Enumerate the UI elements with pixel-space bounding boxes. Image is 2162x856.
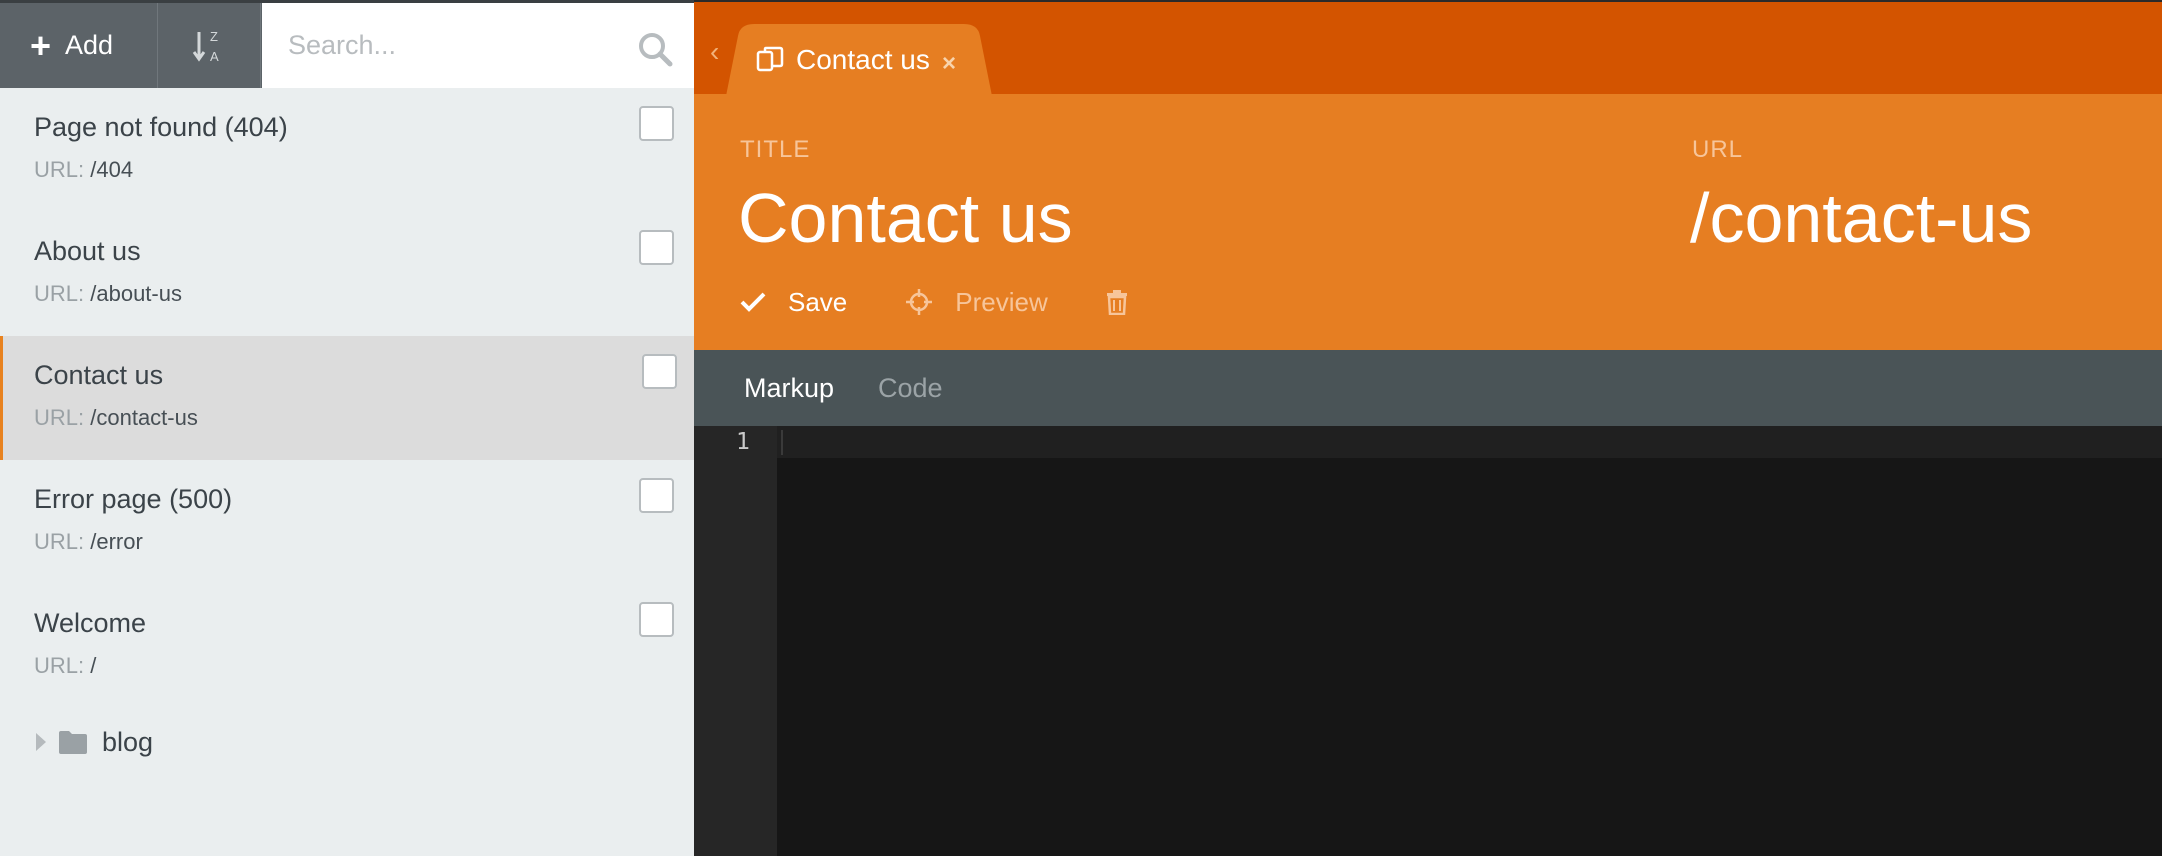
- active-line[interactable]: [777, 426, 2162, 458]
- search-icon[interactable]: [636, 30, 674, 68]
- pages-icon: [756, 46, 784, 72]
- save-button-label: Save: [788, 286, 848, 317]
- sort-za-icon: Z A: [192, 29, 219, 64]
- preview-button-label: Preview: [955, 286, 1048, 317]
- plus-icon: +: [30, 24, 52, 66]
- editor-panel: ‹ Contact us × TITLE Contact us URL /con…: [694, 0, 2162, 856]
- trash-icon: [1106, 290, 1127, 315]
- folder-icon: [59, 731, 87, 754]
- tab-bar: ‹ Contact us ×: [694, 0, 2162, 96]
- close-icon[interactable]: ×: [942, 50, 956, 78]
- crosshair-icon: [906, 289, 933, 315]
- page-url: URL: /error: [34, 529, 143, 554]
- title-field[interactable]: Contact us: [738, 178, 1073, 258]
- search-input[interactable]: [262, 3, 694, 88]
- sort-button[interactable]: Z A: [157, 3, 261, 88]
- title-label: TITLE: [740, 136, 811, 163]
- sidebar-toolbar: + Add Z A: [0, 0, 694, 88]
- item-checkbox[interactable]: [639, 602, 674, 637]
- add-button-label: Add: [65, 30, 114, 60]
- page-url: URL: /about-us: [34, 281, 182, 306]
- folder-item-blog[interactable]: blog: [0, 716, 694, 768]
- search-box: [262, 3, 694, 88]
- url-field[interactable]: /contact-us: [1690, 178, 2032, 258]
- item-checkbox[interactable]: [639, 106, 674, 141]
- list-item-active[interactable]: Contact us URL: /contact-us: [0, 336, 694, 460]
- svg-text:Z: Z: [210, 29, 218, 44]
- code-editor[interactable]: 1: [694, 426, 2162, 856]
- page-list: Page not found (404) URL: /404 About us …: [0, 88, 694, 708]
- list-item[interactable]: About us URL: /about-us: [0, 212, 694, 336]
- text-cursor: [781, 430, 783, 455]
- action-bar: Save Preview: [740, 280, 1208, 324]
- list-item[interactable]: Page not found (404) URL: /404: [0, 88, 694, 212]
- tab-label: Contact us: [796, 44, 930, 75]
- page-title: About us: [34, 236, 141, 266]
- tab-code[interactable]: Code: [878, 373, 943, 404]
- url-label: URL: [1692, 136, 1744, 163]
- tab-markup[interactable]: Markup: [744, 373, 834, 404]
- sidebar: + Add Z A Page not found (404) URL: /404: [0, 0, 694, 856]
- page-title: Error page (500): [34, 484, 233, 514]
- page-url: URL: /: [34, 653, 97, 678]
- page-title: Contact us: [34, 360, 164, 390]
- chevron-left-icon[interactable]: ‹: [710, 36, 719, 68]
- caret-right-icon[interactable]: [36, 733, 46, 751]
- item-checkbox[interactable]: [639, 230, 674, 265]
- check-icon: [740, 292, 766, 312]
- page-title: Page not found (404): [34, 112, 288, 142]
- editor-tab-bar: Markup Code: [694, 350, 2162, 426]
- item-checkbox[interactable]: [642, 354, 677, 389]
- page-title: Welcome: [34, 608, 147, 638]
- tab-contact-us[interactable]: Contact us ×: [726, 24, 992, 96]
- folder-label: blog: [102, 726, 154, 757]
- delete-button[interactable]: [1106, 289, 1150, 315]
- page-url: URL: /404: [34, 157, 134, 182]
- list-item[interactable]: Error page (500) URL: /error: [0, 460, 694, 584]
- item-checkbox[interactable]: [639, 478, 674, 513]
- page-url: URL: /contact-us: [34, 405, 198, 430]
- line-number: 1: [736, 429, 750, 455]
- line-gutter: 1: [694, 426, 777, 856]
- add-button[interactable]: + Add: [0, 3, 157, 88]
- page-header: TITLE Contact us URL /contact-us Save Pr…: [694, 94, 2162, 350]
- save-button[interactable]: Save: [740, 287, 847, 318]
- list-item[interactable]: Welcome URL: /: [0, 584, 694, 708]
- svg-text:A: A: [210, 49, 219, 64]
- preview-button[interactable]: Preview: [905, 286, 1048, 318]
